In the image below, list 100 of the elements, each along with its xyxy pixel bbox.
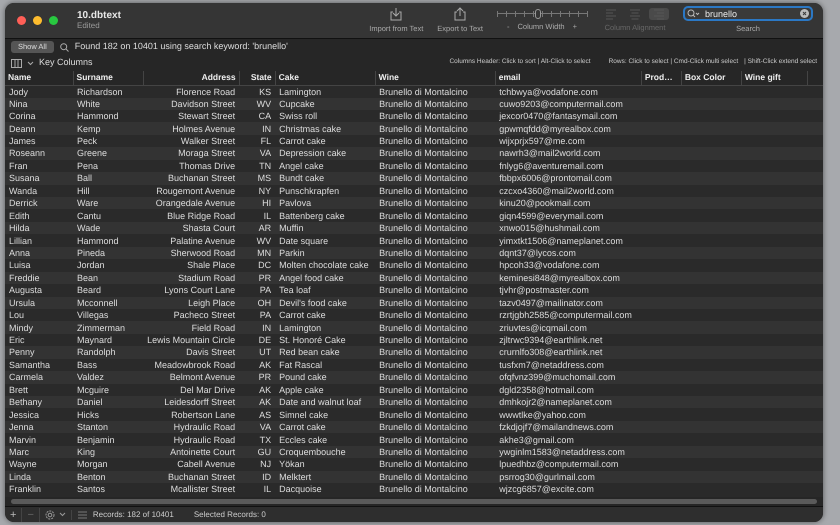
table-cell: Brunello di Montalcino xyxy=(375,172,496,185)
table-cell: yimxtkt1506@nameplanet.com xyxy=(495,234,642,247)
table-cell: Brunello di Montalcino xyxy=(375,358,496,372)
table-cell: Brunello di Montalcino xyxy=(375,272,496,284)
table-cell: Lamington xyxy=(275,85,376,98)
table-cell: tjvhr@postmaster.com xyxy=(495,284,642,296)
table-cell: Moraga Street xyxy=(143,147,240,160)
column-header[interactable]: Box Color xyxy=(681,71,742,85)
table-cell: Santos xyxy=(73,483,144,496)
table-cell: Susana xyxy=(5,172,74,185)
column-header[interactable]: email xyxy=(495,71,642,85)
add-button[interactable]: + xyxy=(5,508,22,522)
align-center-icon xyxy=(628,8,642,20)
column-width-slider[interactable] xyxy=(497,8,587,19)
table-cell: Sherwood Road xyxy=(143,246,240,260)
table-cell: Villegas xyxy=(73,308,144,322)
column-header[interactable]: Cake xyxy=(275,71,376,85)
table-cell: Nina xyxy=(5,98,74,110)
table-cell: OH xyxy=(239,296,276,309)
table-cell: GU xyxy=(239,446,276,458)
horizontal-scrollbar[interactable] xyxy=(11,499,817,504)
table-cell: Valdez xyxy=(73,371,144,384)
table-cell: Bethany xyxy=(5,396,74,408)
table-cell: Pineda xyxy=(73,246,144,260)
gear-icon xyxy=(44,510,55,520)
table-cell: keminesi848@myrealbox.com xyxy=(495,272,642,284)
search-field[interactable]: brunello xyxy=(683,6,813,22)
column-header[interactable]: Wine xyxy=(375,71,496,85)
columns-icon[interactable] xyxy=(11,58,22,68)
table-cell: Melktert xyxy=(275,470,376,484)
table-cell: Field Road xyxy=(143,321,240,334)
table-cell: Belmont Avenue xyxy=(143,371,240,384)
table-cell: czcxo4360@mail2world.com xyxy=(495,184,642,197)
table-cell: Muffin xyxy=(275,222,376,234)
column-header[interactable]: Wine gift xyxy=(741,71,808,85)
table-cell: zjltrwc9394@earthlink.net xyxy=(495,334,642,346)
table-cell: AK xyxy=(239,396,276,408)
table-cell: Pacheco Street xyxy=(143,308,240,322)
table-cell: Jenna xyxy=(5,420,74,434)
table-cell: lpuedhbz@computermail.com xyxy=(495,458,642,471)
column-header[interactable]: Address xyxy=(143,71,240,85)
table-cell: Daniel xyxy=(73,396,144,408)
table-cell: Fran xyxy=(5,160,74,172)
table-cell: Tea loaf xyxy=(275,284,376,296)
column-header[interactable]: Prod… xyxy=(641,71,682,85)
column-header[interactable]: Name xyxy=(5,71,74,85)
table-cell: Walker Street xyxy=(143,134,240,148)
table-cell: Brunello di Montalcino xyxy=(375,346,496,359)
records-count: Records: 182 of 10401 xyxy=(92,508,174,520)
search-icon xyxy=(60,42,69,52)
table-cell: Brunello di Montalcino xyxy=(375,197,496,210)
table-cell: Lewis Mountain Circle xyxy=(143,334,240,346)
table-cell: PR xyxy=(239,272,276,284)
window-control-button[interactable] xyxy=(17,16,26,25)
table-cell: Lyons Court Lane xyxy=(143,284,240,296)
import-icon xyxy=(389,6,404,21)
table-cell: zriuvtes@icqmail.com xyxy=(495,321,642,334)
table-cell: Angel cake xyxy=(275,160,376,172)
table-cell: Dacquoise xyxy=(275,483,376,496)
table-cell: ID xyxy=(239,470,276,484)
table-cell: Date and walnut loaf xyxy=(275,396,376,408)
table-cell: Bundt cake xyxy=(275,172,376,185)
table-cell: ywginlm1583@netaddress.com xyxy=(495,446,642,458)
table-cell: Hydraulic Road xyxy=(143,433,240,446)
table-cell: St. Honoré Cake xyxy=(275,334,376,346)
table-cell: tazv0497@mailinator.com xyxy=(495,296,642,309)
table-cell: Samantha xyxy=(5,358,74,372)
table-cell: Brunello di Montalcino xyxy=(375,234,496,247)
table-cell: Antoinette Court xyxy=(143,446,240,458)
column-header[interactable]: State xyxy=(239,71,276,85)
table-cell: UT xyxy=(239,346,276,359)
table-cell: Hill xyxy=(73,184,144,197)
column-header[interactable]: Surname xyxy=(73,71,144,85)
table-cell: wjzcg6857@excite.com xyxy=(495,483,642,496)
table-cell: Hilda xyxy=(5,222,74,234)
table-cell: wijxprjx597@me.com xyxy=(495,134,642,148)
window-control-button[interactable] xyxy=(33,16,42,25)
search-result-text: Found 182 on 10401 using search keyword: 'brunello' xyxy=(74,40,288,54)
window-control-button[interactable] xyxy=(49,16,58,25)
table-cell: Fat Rascal xyxy=(275,358,376,372)
table-cell: Ursula xyxy=(5,296,74,309)
table-cell: Brunello di Montalcino xyxy=(375,284,496,296)
table-cell: tusfxm7@netaddress.com xyxy=(495,358,642,372)
table-cell: xnwo015@hushmail.com xyxy=(495,222,642,234)
table-cell: Ware xyxy=(73,197,144,210)
list-icon xyxy=(78,510,87,518)
table-cell: NY xyxy=(239,184,276,197)
table-cell: Lamington xyxy=(275,321,376,334)
table-cell: rzrtjgbh2585@computermail.com xyxy=(495,308,642,322)
chevron-down-icon[interactable] xyxy=(27,60,34,66)
table-cell: Mcguire xyxy=(73,384,144,396)
table-cell: Depression cake xyxy=(275,147,376,160)
table-cell: Freddie xyxy=(5,272,74,284)
table-cell: AK xyxy=(239,384,276,396)
table-cell: Marc xyxy=(5,446,74,458)
table-cell: Brunello di Montalcino xyxy=(375,321,496,334)
slider-thumb[interactable] xyxy=(534,8,540,19)
table-cell: Eric xyxy=(5,334,74,346)
table-cell: Brunello di Montalcino xyxy=(375,85,496,98)
clear-icon[interactable] xyxy=(800,9,809,18)
